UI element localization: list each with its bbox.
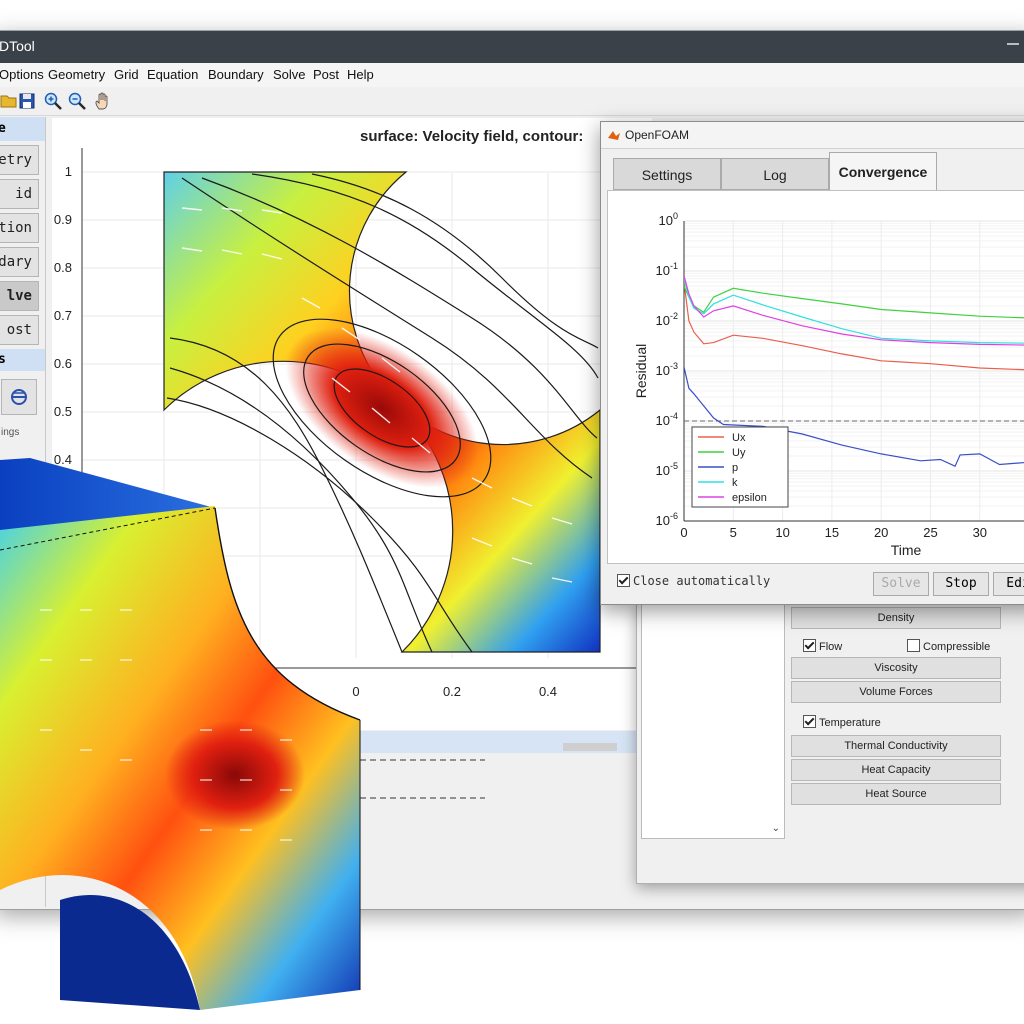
checkbox-icon [803,715,816,728]
y-tick-label: 0.5 [54,404,72,419]
minimize-icon[interactable] [1005,35,1021,51]
compressible-label: Compressible [923,641,991,653]
edit-button[interactable]: Edi [993,572,1024,596]
y-tick-label: 10-5 [656,461,678,478]
close-automatically-checkbox[interactable]: Close automatically [617,574,770,588]
menu-bar: Options Geometry Grid Equation Boundary … [0,63,1024,87]
x-tick-label: 0.4 [539,684,557,699]
solve-button[interactable]: Solve [873,572,929,596]
temperature-label: Temperature [819,717,881,729]
menu-options[interactable]: Options [0,67,44,82]
convergence-panel: 051015202530310010-110-210-310-410-510-6… [607,190,1024,564]
x-tick-label: 25 [923,525,937,540]
checkbox-icon [617,574,630,587]
y-tick-label: 0.8 [54,260,72,275]
equation-button[interactable]: ation [0,213,39,243]
chevron-down-icon[interactable]: ⌄ [772,823,780,834]
openfoam-title: OpenFOAM [625,128,690,142]
compressible-checkbox[interactable]: Compressible [907,639,990,653]
title-bar: DTool [0,31,1024,63]
volume-forces-field[interactable]: Volume Forces [791,681,1001,703]
grid-button[interactable]: id [0,179,39,209]
x-tick-label: 5 [730,525,737,540]
y-tick-label: 0.7 [54,308,72,323]
x-axis-label: Time [891,542,922,558]
heat-source-field[interactable]: Heat Source [791,783,1001,805]
openfoam-window: OpenFOAM Settings Log Convergence 0 5 10 15… [600,121,1024,605]
flow-checkbox[interactable]: Flow [803,639,842,653]
openfoam-title-bar: OpenFOAM [601,122,1024,149]
x-tick-label: 15 [825,525,839,540]
openfoam-bottom-bar: Close automatically Solve Stop Edi [601,568,1024,604]
x-tick-label: 30 [973,525,987,540]
pan-hand-icon[interactable] [93,91,113,111]
matlab-logo-icon [608,131,620,140]
legend-label-k: k [732,477,738,489]
x-tick-label: 0 [680,525,687,540]
refine-icon [11,389,27,405]
y-tick-label: 10-2 [656,311,678,328]
y-axis-label: Residual [633,344,649,398]
x-tick-label: 20 [874,525,888,540]
tab-convergence[interactable]: Convergence [829,152,937,190]
residual-chart: 051015202530310010-110-210-310-410-510-6… [633,211,1024,558]
y-tick-label: 100 [659,211,678,228]
menu-geometry[interactable]: Geometry [48,67,105,82]
checkbox-icon [803,639,816,652]
tools-header: s [0,349,45,371]
zoom-in-icon[interactable] [43,91,63,111]
y-tick-label: 0.6 [54,356,72,371]
tool-button[interactable] [1,379,37,415]
menu-help[interactable]: Help [347,67,374,82]
y-tick-label: 10-4 [656,411,678,428]
zoom-out-icon[interactable] [67,91,87,111]
legend-label-Ux: Ux [732,432,746,444]
y-tick-label: 0.9 [54,212,72,227]
window-title: DTool [0,38,35,54]
menu-solve[interactable]: Solve [273,67,306,82]
3d-velocity-cube [0,458,361,1010]
panel-header: e [0,117,45,141]
legend-label-Uy: Uy [732,447,746,459]
flow-label: Flow [819,641,843,653]
stop-button[interactable]: Stop [933,572,989,596]
solve-button[interactable]: lve [0,281,39,311]
menu-equation[interactable]: Equation [147,67,198,82]
x-tick-label: 0.2 [443,684,461,699]
settings-panel: ⌄ Density Flow Compressible Viscosity Vo… [636,600,1024,884]
boundary-button[interactable]: ndary [0,247,39,277]
heat-capacity-field[interactable]: Heat Capacity [791,759,1001,781]
temperature-checkbox[interactable]: Temperature [803,715,881,729]
menu-grid[interactable]: Grid [114,67,139,82]
legend-label-epsilon: epsilon [732,492,767,504]
post-button[interactable]: ost [0,315,39,345]
geometry-button[interactable]: metry [0,145,39,175]
close-automatically-label: Close automatically [633,574,771,588]
toolbar [0,87,1024,116]
checkbox-icon [907,639,920,652]
plot-title: surface: Velocity field, contour: [360,128,584,145]
horizontal-scrollbar[interactable] [563,743,617,751]
save-icon[interactable] [17,91,37,111]
viscosity-field[interactable]: Viscosity [791,657,1001,679]
menu-post[interactable]: Post [313,67,339,82]
menu-boundary[interactable]: Boundary [208,67,264,82]
density-field[interactable]: Density [791,607,1001,629]
settings-list[interactable]: ⌄ [641,601,785,839]
legend-label-p: p [732,462,738,474]
y-tick-label: 1 [65,164,72,179]
x-tick-label: 10 [775,525,789,540]
thermal-conductivity-field[interactable]: Thermal Conductivity [791,735,1001,757]
tab-log[interactable]: Log [721,158,829,190]
y-tick-label: 10-6 [656,511,678,528]
tab-settings[interactable]: Settings [613,158,721,190]
y-tick-label: 10-1 [656,261,678,278]
y-tick-label: 10-3 [656,361,678,378]
